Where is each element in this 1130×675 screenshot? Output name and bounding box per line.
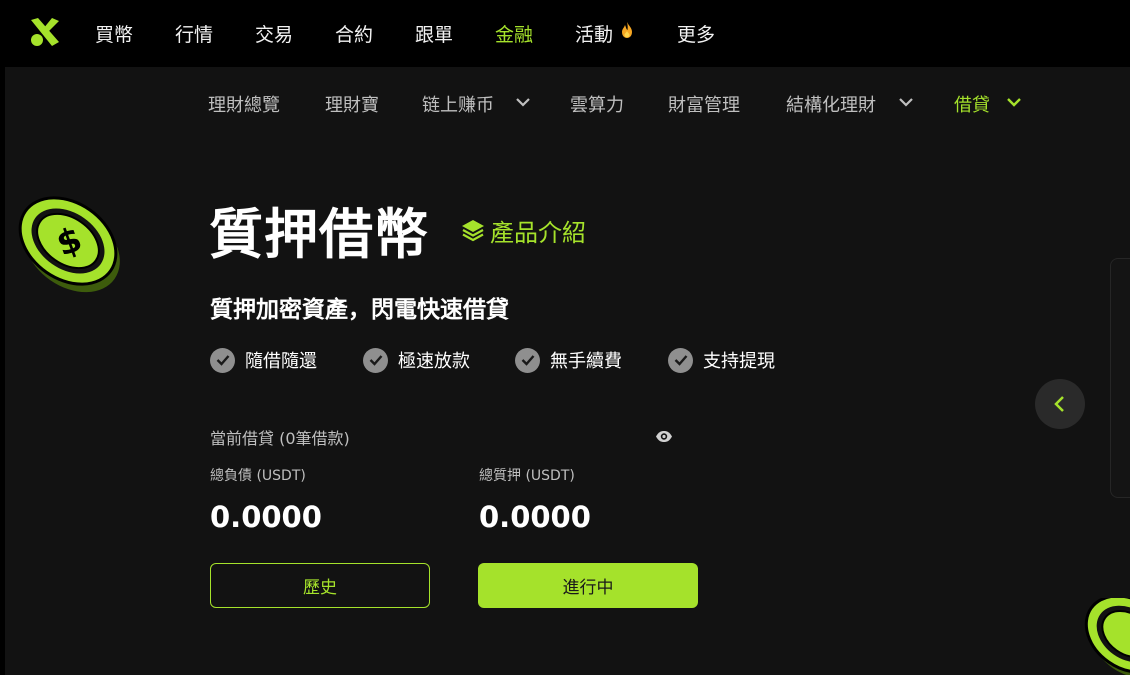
feature-item: 極速放款 [363, 346, 470, 374]
feature-item: 隨借隨還 [210, 346, 317, 374]
product-intro-link[interactable]: 產品介紹 [460, 214, 586, 247]
product-intro-label: 產品介紹 [490, 218, 586, 247]
feature-label: 隨借隨還 [245, 351, 317, 372]
dollar-coin-icon [1084, 598, 1130, 675]
total-debt-label: 總負債 (USDT) [210, 468, 306, 484]
feature-item: 無手續費 [515, 346, 622, 374]
nav-item-buy-crypto[interactable]: 買幣 [95, 20, 133, 47]
in-progress-button[interactable]: 進行中 [478, 563, 698, 608]
chevron-left-icon [1054, 396, 1064, 412]
subnav-item-savings[interactable]: 理財寶 [325, 91, 379, 117]
feature-item: 支持提現 [668, 346, 775, 374]
eye-icon[interactable] [655, 430, 673, 443]
feature-label: 無手續費 [550, 351, 622, 372]
nav-item-trade[interactable]: 交易 [255, 20, 293, 47]
feature-label: 極速放款 [398, 351, 470, 372]
history-button[interactable]: 歷史 [210, 563, 430, 608]
subnav-item-finance-overview[interactable]: 理財總覽 [208, 91, 280, 117]
chevron-down-icon[interactable] [898, 96, 914, 108]
nav-item-more[interactable]: 更多 [677, 20, 715, 47]
nav-item-events[interactable]: 活動 [575, 20, 613, 47]
layers-icon [462, 220, 484, 242]
check-circle-icon [668, 347, 693, 373]
subnav-item-cloud-mining[interactable]: 雲算力 [570, 91, 624, 117]
nav-item-copy-trading[interactable]: 跟單 [415, 20, 453, 47]
subnav-item-structured-products[interactable]: 結構化理財 [786, 91, 876, 117]
subnav-item-wealth-management[interactable]: 財富管理 [668, 91, 740, 117]
fire-icon [622, 22, 632, 38]
feature-label: 支持提現 [703, 351, 775, 372]
chevron-down-icon[interactable] [1006, 96, 1022, 108]
check-circle-icon [363, 347, 388, 373]
chevron-down-icon[interactable] [515, 96, 531, 108]
subnav-item-onchain-earn[interactable]: 链上赚币 [422, 91, 494, 117]
carousel-card-edge [1110, 258, 1130, 498]
nav-item-finance[interactable]: 金融 [495, 20, 533, 47]
total-debt-value: 0.0000 [210, 500, 322, 534]
nav-item-futures[interactable]: 合約 [335, 20, 373, 47]
check-circle-icon [515, 347, 540, 373]
subnav-item-loans[interactable]: 借貸 [954, 91, 990, 117]
total-collateral-label: 總質押 (USDT) [479, 468, 575, 484]
check-circle-icon [210, 347, 235, 373]
logo-icon[interactable] [28, 15, 62, 49]
page-subtitle: 質押加密資產，閃電快速借貸 [210, 297, 509, 323]
top-navigation-bar: 買幣 行情 交易 合約 跟單 金融 活動 更多 [0, 0, 1130, 67]
dollar-coin-icon: $ [18, 196, 120, 293]
page-title: 質押借幣 [209, 203, 429, 266]
nav-item-markets[interactable]: 行情 [175, 20, 213, 47]
total-collateral-value: 0.0000 [479, 500, 591, 534]
carousel-prev-button[interactable] [1035, 379, 1085, 429]
current-loans-label: 當前借貸 (0筆借款) [210, 429, 350, 448]
